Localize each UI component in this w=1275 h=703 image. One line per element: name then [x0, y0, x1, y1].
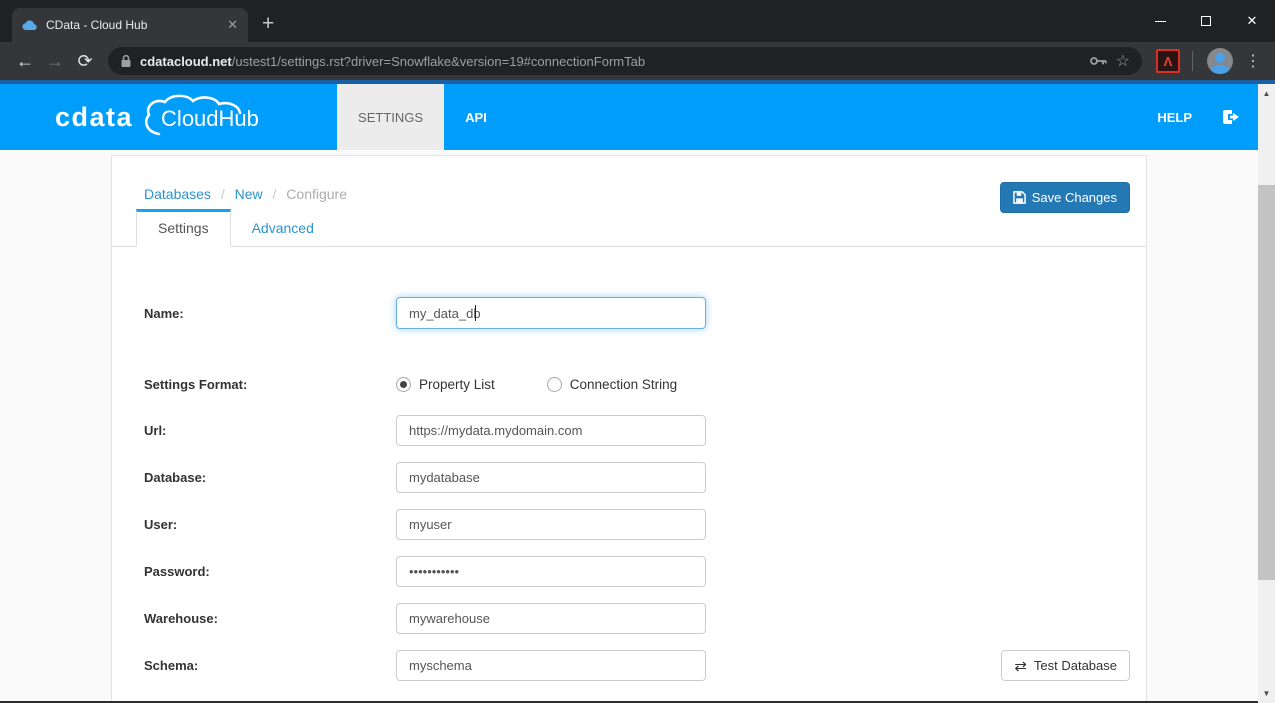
back-button[interactable]: ← [10, 46, 40, 76]
radio-connection-string[interactable]: Connection String [547, 377, 677, 392]
reload-button[interactable]: ⟳ [70, 46, 100, 76]
breadcrumb-databases-link[interactable]: Databases [144, 186, 211, 202]
new-tab-button[interactable]: + [262, 14, 274, 34]
browser-toolbar: ← → ⟳ cdatacloud.net/ustest1/settings.rs… [0, 42, 1275, 80]
avatar-head-shape [1215, 53, 1225, 63]
warehouse-input[interactable] [396, 603, 706, 634]
url-input[interactable] [396, 415, 706, 446]
browser-titlebar: CData - Cloud Hub ✕ + ✕ [0, 0, 1275, 42]
name-input[interactable] [396, 297, 706, 329]
breadcrumb-new-link[interactable]: New [235, 186, 263, 202]
close-icon: ✕ [1247, 13, 1258, 29]
browser-tab[interactable]: CData - Cloud Hub ✕ [12, 8, 248, 42]
lock-icon [120, 54, 132, 68]
breadcrumb-configure: Configure [286, 186, 347, 202]
bookmark-star-icon[interactable]: ☆ [1116, 51, 1130, 71]
profile-avatar[interactable] [1207, 48, 1233, 74]
help-link[interactable]: HELP [1157, 110, 1192, 125]
maximize-icon [1201, 16, 1211, 26]
close-button[interactable]: ✕ [1229, 0, 1275, 42]
tab-advanced[interactable]: Advanced [231, 210, 335, 246]
password-key-icon[interactable] [1090, 56, 1108, 66]
logout-icon[interactable] [1222, 109, 1240, 125]
database-input[interactable] [396, 462, 706, 493]
test-database-button[interactable]: ⇄ Test Database [1001, 650, 1130, 681]
page-background: Databases / New / Configure Save Changes… [0, 150, 1275, 703]
address-bar[interactable]: cdatacloud.net/ustest1/settings.rst?driv… [108, 47, 1142, 75]
forward-button[interactable]: → [40, 46, 70, 76]
logo-cloud-outline-icon: CloudHub [139, 94, 289, 140]
toolbar-separator [1192, 51, 1193, 71]
breadcrumb: Databases / New / Configure [144, 182, 347, 202]
name-label: Name: [144, 306, 396, 321]
maximize-button[interactable] [1183, 0, 1229, 42]
radio-unselected-icon [547, 377, 562, 392]
database-row: Database: [144, 462, 1130, 493]
database-label: Database: [144, 470, 396, 485]
url-label: Url: [144, 423, 396, 438]
radio-property-list[interactable]: Property List [396, 377, 495, 392]
url-row: Url: [144, 415, 1130, 446]
settings-card: Databases / New / Configure Save Changes… [111, 155, 1147, 703]
breadcrumb-separator: / [221, 186, 225, 202]
browser-menu-icon[interactable]: ⋮ [1241, 51, 1265, 71]
scrollbar-track-upper[interactable]: ▲ [1258, 84, 1275, 150]
header-nav: SETTINGS API [337, 84, 508, 150]
breadcrumb-separator: / [273, 186, 277, 202]
avatar-body-shape [1210, 65, 1230, 74]
schema-row: Schema: ⇄ Test Database [144, 650, 1130, 681]
schema-input[interactable] [396, 650, 706, 681]
minimize-button[interactable] [1137, 0, 1183, 42]
minimize-icon [1155, 21, 1166, 22]
user-row: User: [144, 509, 1130, 540]
password-row: Password: [144, 556, 1130, 587]
radio-selected-icon [396, 377, 411, 392]
exchange-arrows-icon: ⇄ [1014, 657, 1027, 675]
settings-format-label: Settings Format: [144, 377, 396, 392]
user-input[interactable] [396, 509, 706, 540]
header-right: HELP [1157, 84, 1258, 150]
settings-format-row: Settings Format: Property List Connectio… [144, 377, 1130, 392]
radio-property-list-label: Property List [419, 377, 495, 392]
tab-settings[interactable]: Settings [136, 209, 231, 247]
settings-format-radio-group: Property List Connection String [396, 377, 677, 392]
connection-form: Name: Settings Format: Property List Con… [144, 297, 1130, 681]
logo-cloudhub-text: CloudHub [161, 106, 259, 132]
name-row: Name: [144, 297, 1130, 329]
warehouse-row: Warehouse: [144, 603, 1130, 634]
url-host: cdatacloud.net [140, 54, 232, 69]
password-input[interactable] [396, 556, 706, 587]
url-text[interactable]: cdatacloud.net/ustest1/settings.rst?driv… [140, 54, 1082, 69]
window-controls: ✕ [1137, 0, 1275, 42]
password-label: Password: [144, 564, 396, 579]
scrollbar-track[interactable]: ▼ [1258, 150, 1275, 703]
site-header: cdata CloudHub SETTINGS API HELP [0, 84, 1275, 150]
save-changes-button[interactable]: Save Changes [1000, 182, 1130, 213]
user-label: User: [144, 517, 396, 532]
warehouse-label: Warehouse: [144, 611, 396, 626]
scrollbar-thumb[interactable] [1258, 185, 1275, 580]
logo-cdata-text: cdata [55, 102, 133, 133]
tab-title: CData - Cloud Hub [46, 18, 219, 32]
header-tab-api[interactable]: API [444, 84, 508, 150]
url-path: /ustest1/settings.rst?driver=Snowflake&v… [232, 54, 645, 69]
radio-connection-string-label: Connection String [570, 377, 677, 392]
scroll-down-arrow-icon[interactable]: ▼ [1258, 686, 1275, 701]
save-floppy-icon [1013, 191, 1026, 204]
test-database-label: Test Database [1034, 658, 1117, 673]
adobe-extension-icon[interactable]: Λ [1156, 49, 1180, 73]
schema-label: Schema: [144, 658, 396, 673]
card-tabs: Settings Advanced [112, 209, 1146, 247]
header-tab-settings[interactable]: SETTINGS [337, 84, 444, 150]
save-changes-label: Save Changes [1032, 190, 1117, 205]
cdata-cloudhub-logo[interactable]: cdata CloudHub [55, 84, 289, 150]
tab-close-icon[interactable]: ✕ [227, 17, 238, 33]
tab-favicon-cloud-icon [22, 19, 38, 31]
scroll-up-arrow-icon[interactable]: ▲ [1258, 86, 1275, 101]
text-caret [475, 305, 476, 321]
